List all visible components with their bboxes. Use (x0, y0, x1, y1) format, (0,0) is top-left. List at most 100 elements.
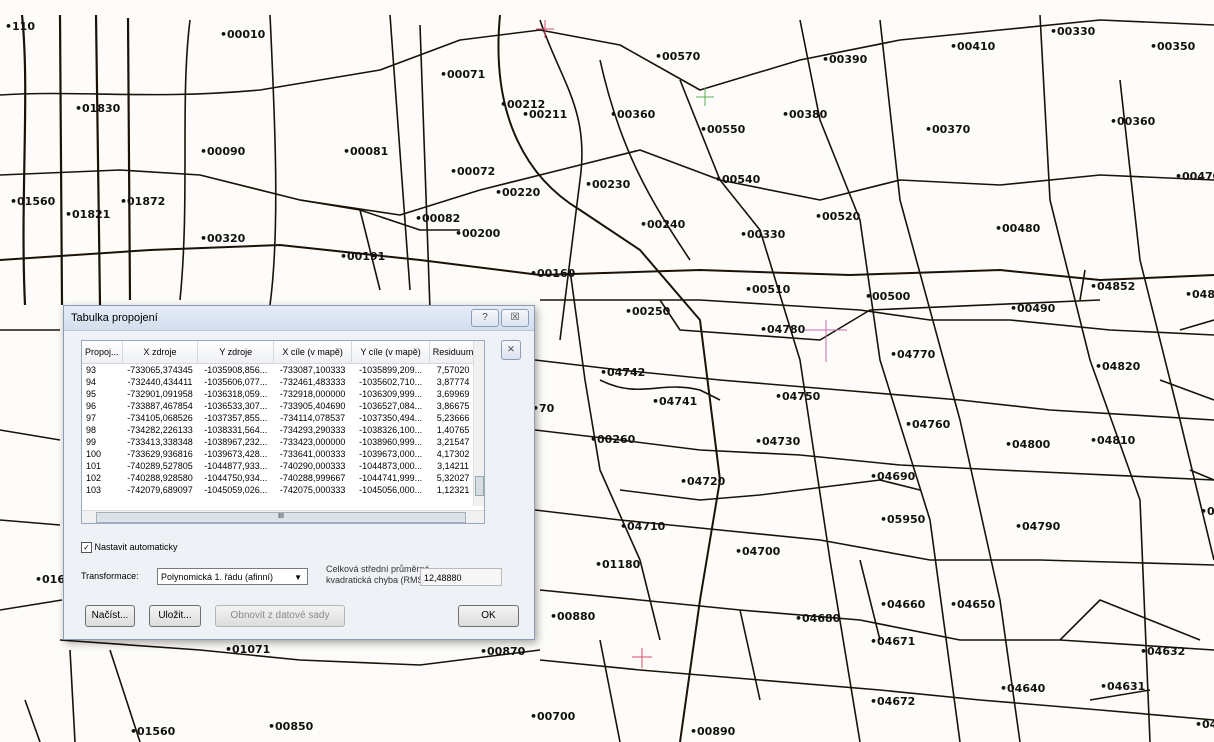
table-cell: -732440,434411 (127, 377, 193, 387)
parcel-label: •00540 (715, 173, 761, 186)
table-cell: 101 (86, 461, 102, 471)
column-header[interactable]: X zdroje (122, 341, 199, 364)
table-cell: -734293,290333 (279, 425, 346, 435)
dialog-titlebar[interactable]: Tabulka propojení ? ☒ (64, 306, 534, 331)
auto-checkbox[interactable]: ✓ (81, 542, 92, 554)
parcel-label: •00370 (925, 123, 971, 136)
parcel-label: •00700 (530, 710, 576, 723)
table-cell: -1038326,100... (359, 425, 423, 435)
auto-label: Nastavit automaticky (94, 542, 178, 552)
parcel-label: •04820 (1095, 360, 1141, 373)
load-button[interactable]: Načíst... (85, 605, 135, 627)
table-cell: -742079,689097 (127, 485, 193, 495)
table-row[interactable]: 95 -732901,091958 -1036318,059... -732918,0… (82, 388, 477, 400)
rms-label-line-1: Celková střední průměrná (326, 564, 430, 574)
table-row[interactable]: 96 -733887,467854 -1036533,307... -733905,4… (82, 400, 477, 412)
parcel-label: •00071 (440, 68, 485, 81)
table-cell: 100 (86, 449, 102, 459)
parcel-label: •016 (35, 573, 65, 586)
table-cell: -732461,483333 (279, 377, 346, 387)
column-header[interactable]: Propoj... (82, 341, 123, 364)
parcel-label: •04662 (1195, 718, 1214, 731)
table-row[interactable]: 94 -732440,434411 -1035606,077... -732461,4… (82, 376, 477, 388)
parcel-label: •04640 (1000, 682, 1046, 695)
parcel-label: •04741 (652, 395, 697, 408)
remove-link-button[interactable]: ⨯ (501, 340, 521, 360)
parcel-label: •110 (5, 20, 35, 33)
parcel-label: •04632 (1140, 645, 1185, 658)
parcel-label: •00191 (340, 250, 385, 263)
table-cell: -740288,928580 (127, 473, 193, 483)
table-cell: 3,86675 (436, 401, 470, 411)
parcel-label: •00850 (268, 720, 314, 733)
parcel-label: •04720 (680, 475, 726, 488)
save-button[interactable]: Uložit... (149, 605, 201, 627)
ok-button[interactable]: OK (458, 605, 519, 627)
table-cell: -1045059,026... (204, 485, 268, 495)
table-cell: -1035899,209... (359, 365, 423, 375)
table-cell: -1036309,999... (359, 389, 423, 399)
parcel-label: •00500 (865, 290, 911, 303)
parcel-label: •04680 (795, 612, 841, 625)
table-cell: -740288,999667 (279, 473, 346, 483)
column-header[interactable]: X cíle (v mapě) (273, 341, 353, 364)
table-cell: 95 (86, 389, 97, 399)
table-row[interactable]: 93 -733065,374345 -1035908,856... -733087,1… (82, 364, 477, 377)
table-row[interactable]: 97 -734105,068526 -1037357,855... -734114,0… (82, 412, 477, 424)
vertical-scroll-thumb[interactable] (475, 476, 484, 496)
column-header[interactable]: Y cíle (v mapě) (351, 341, 431, 364)
table-cell: 1,12321 (436, 485, 470, 495)
parcel-label: •00260 (590, 433, 636, 446)
parcel-label: •04760 (905, 418, 951, 431)
table-cell: 96 (86, 401, 97, 411)
parcel-label: •04790 (1015, 520, 1061, 533)
parcel-label: •00410 (950, 40, 996, 53)
parcel-label: •04852 (1090, 280, 1135, 293)
table-cell: -1038960,999... (359, 437, 423, 447)
parcel-label: •04710 (620, 520, 666, 533)
table-cell: 5,23666 (436, 413, 470, 423)
table-cell: -1039673,000... (359, 449, 423, 459)
parcel-label: •00320 (200, 232, 246, 245)
table-row[interactable]: 101 -740289,527805 -1044877,933... -740290,… (82, 460, 477, 472)
table-cell: 102 (86, 473, 102, 483)
table-cell: -733413,338348 (127, 437, 193, 447)
restore-button[interactable]: Obnovit z datové sady (215, 605, 345, 627)
transform-select[interactable]: Polynomická 1. řádu (afinní) ▼ (157, 568, 308, 585)
table-horizontal-scrollbar[interactable]: III (82, 510, 484, 523)
link-table[interactable]: Propoj... X zdroje Y zdroje X cíle (v mapě)… (81, 340, 485, 524)
table-row[interactable]: 100 -733629,936816 -1039673,428... -733641,… (82, 448, 477, 460)
table-row[interactable]: 102 -740288,928580 -1044750,934... -740288,… (82, 472, 477, 484)
table-cell: -732918,000000 (279, 389, 346, 399)
table-cell: -1036533,307... (204, 401, 268, 411)
parcel-label: •01180 (595, 558, 641, 571)
table-row[interactable]: 99 -733413,338348 -1038967,232... -733423,0… (82, 436, 477, 448)
parcel-label: •00200 (455, 227, 501, 240)
parcel-label: •00480 (995, 222, 1041, 235)
parcel-label: •04690 (870, 470, 916, 483)
parcel-label: •00380 (782, 108, 828, 121)
parcel-label: •04810 (1090, 434, 1136, 447)
table-cell: -733065,374345 (127, 365, 193, 375)
dialog-title: Tabulka propojení (71, 312, 158, 324)
table-row[interactable]: 103 -742079,689097 -1045059,026... -742075,… (82, 484, 477, 496)
table-cell: -1038331,564... (204, 425, 268, 435)
table-cell: -734282,226133 (127, 425, 193, 435)
column-header[interactable]: Residuum (429, 341, 477, 364)
parcel-label: •048 (1185, 288, 1214, 301)
parcel-label: •00570 (655, 50, 701, 63)
table-cell: 97 (86, 413, 97, 423)
column-header[interactable]: Y zdroje (197, 341, 275, 364)
parcel-label: •00490 (1010, 302, 1056, 315)
close-button[interactable]: ☒ (501, 309, 529, 327)
table-vertical-scrollbar[interactable] (473, 341, 484, 506)
parcel-label: •00160 (530, 267, 576, 280)
horizontal-scroll-thumb[interactable]: III (96, 512, 466, 523)
link-table-dialog[interactable]: Tabulka propojení ? ☒ Propoj... X zdroje Y… (63, 305, 535, 640)
table-row[interactable]: 98 -734282,226133 -1038331,564... -734293,2… (82, 424, 477, 436)
parcel-label: •01560 (10, 195, 56, 208)
table-cell: -733423,000000 (279, 437, 346, 447)
help-button[interactable]: ? (471, 309, 499, 327)
parcel-label: •00082 (415, 212, 460, 225)
parcel-label: •00090 (200, 145, 246, 158)
